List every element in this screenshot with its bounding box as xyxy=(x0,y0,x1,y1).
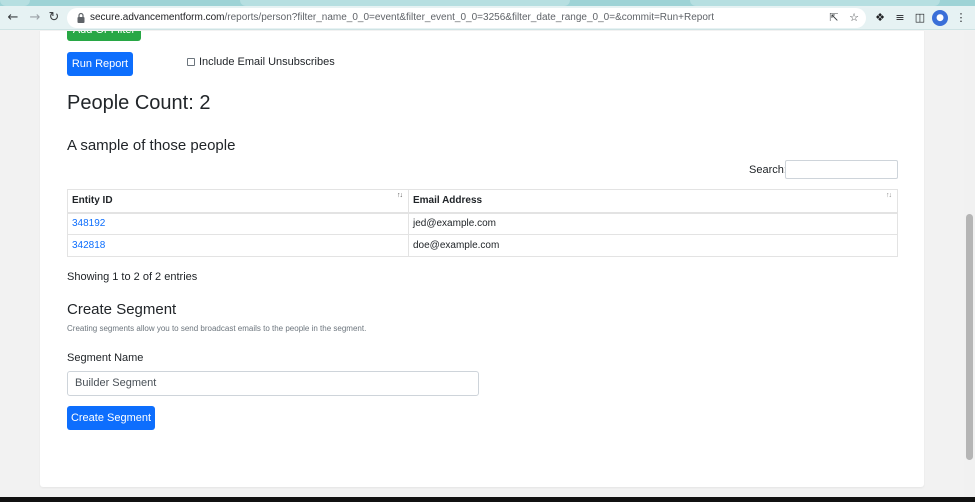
table-row: 342818 doe@example.com xyxy=(67,234,898,257)
sample-title: A sample of those people xyxy=(67,137,236,154)
people-table: Entity ID ↑↓ Email Address ↑↓ 348192 jed… xyxy=(67,189,898,257)
arrow-right-icon[interactable]: → xyxy=(26,9,44,27)
email-cell: doe@example.com xyxy=(408,234,898,257)
url-host: secure.advancementform.com xyxy=(90,12,225,23)
segment-name-input[interactable]: Builder Segment xyxy=(67,371,479,396)
segment-name-label: Segment Name xyxy=(67,352,144,364)
add-or-filter-button[interactable]: Add Or Filter xyxy=(67,31,141,41)
table-row: 348192 jed@example.com xyxy=(67,212,898,235)
run-report-button[interactable]: Run Report xyxy=(67,52,133,76)
create-segment-description: Creating segments allow you to send broa… xyxy=(67,324,367,333)
taskbar-edge xyxy=(0,497,975,502)
include-unsubscribes-checkbox[interactable] xyxy=(187,58,195,66)
avatar-icon[interactable]: ● xyxy=(932,10,948,26)
address-bar[interactable]: secure.advancementform.com/reports/perso… xyxy=(67,8,866,28)
column-header-email[interactable]: Email Address ↑↓ xyxy=(408,189,898,214)
people-count-title: People Count: 2 xyxy=(67,92,211,114)
entity-id-link[interactable]: 342818 xyxy=(72,240,105,251)
column-header-label: Email Address xyxy=(413,195,483,207)
sort-icon: ↑↓ xyxy=(886,192,892,199)
playlist-icon[interactable]: ≡ xyxy=(892,10,908,26)
table-header-row: Entity ID ↑↓ Email Address ↑↓ xyxy=(67,189,898,214)
column-header-entity-id[interactable]: Entity ID ↑↓ xyxy=(67,189,409,214)
column-header-label: Entity ID xyxy=(72,195,113,207)
browser-toolbar: ← → ↻ secure.advancementform.com/reports… xyxy=(0,6,975,30)
lock-icon[interactable] xyxy=(75,12,87,24)
url-text[interactable]: secure.advancementform.com/reports/perso… xyxy=(90,11,714,25)
create-segment-title: Create Segment xyxy=(67,301,177,318)
table-info: Showing 1 to 2 of 2 entries xyxy=(67,271,198,283)
page-viewport: Add Or Filter Run Report Include Email U… xyxy=(0,31,964,497)
sidepanel-icon[interactable]: ◫ xyxy=(912,10,928,26)
sort-icon: ↑↓ xyxy=(397,192,403,199)
puzzle-icon[interactable]: ❖ xyxy=(872,10,888,26)
search-label: Search: xyxy=(749,164,787,176)
star-icon[interactable]: ☆ xyxy=(847,11,861,25)
arrow-left-icon[interactable]: ← xyxy=(4,9,22,27)
share-icon[interactable]: ⇱ xyxy=(827,11,841,25)
search-input[interactable] xyxy=(785,160,898,179)
include-unsubscribes-row[interactable]: Include Email Unsubscribes xyxy=(187,56,335,68)
kebab-menu-icon[interactable]: ⋮ xyxy=(953,10,969,26)
entity-id-link[interactable]: 348192 xyxy=(72,218,105,229)
scrollbar-thumb[interactable] xyxy=(966,214,973,460)
url-path: /reports/person?filter_name_0_0=event&fi… xyxy=(224,12,715,23)
include-unsubscribes-label[interactable]: Include Email Unsubscribes xyxy=(199,56,335,68)
reload-icon[interactable]: ↻ xyxy=(45,9,63,27)
create-segment-button[interactable]: Create Segment xyxy=(67,406,155,430)
email-cell: jed@example.com xyxy=(408,212,898,235)
